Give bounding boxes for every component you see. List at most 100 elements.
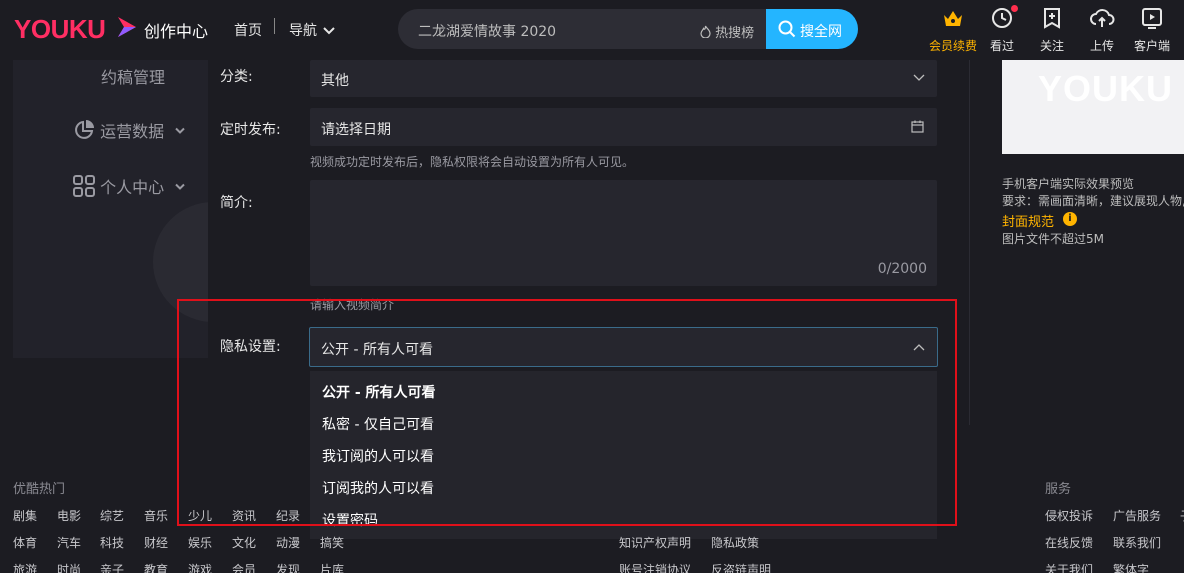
grid-icon [73, 175, 95, 197]
history-button[interactable]: 看过 [977, 5, 1027, 56]
intro-counter: 0/2000 [877, 261, 927, 277]
footer-link[interactable]: 音乐 [144, 507, 168, 524]
footer-link[interactable]: 在线反馈 [1045, 534, 1093, 551]
footer-link[interactable]: 文化 [232, 534, 256, 551]
preview-logo: YOUKU [1038, 68, 1174, 109]
sidebar-item-operations[interactable]: 运营数据 [73, 118, 185, 142]
upload-button[interactable]: 上传 [1077, 6, 1127, 56]
hot-search-link[interactable]: 热搜榜 [700, 22, 754, 41]
footer-link[interactable]: 搞笑 [320, 534, 344, 551]
footer-link[interactable]: 纪录 [276, 507, 300, 524]
search-all-button[interactable]: 搜全网 [766, 9, 858, 49]
privacy-label: 隐私设置: [220, 339, 281, 355]
chevron-down-icon [913, 74, 925, 81]
intro-textarea[interactable]: 0/2000 [310, 180, 937, 286]
hot-search-label: 热搜榜 [715, 26, 755, 41]
nav-divider [274, 18, 275, 34]
footer-link[interactable]: 汽车 [57, 534, 81, 551]
preview-caption: 手机客户端实际效果预览 [1002, 177, 1135, 191]
play-screen-icon [1142, 8, 1162, 29]
client-label: 客户端 [1133, 39, 1170, 53]
privacy-option-password[interactable]: 设置密码 [322, 510, 378, 530]
search-input[interactable]: 二龙湖爱情故事 2020 [418, 21, 556, 41]
sidebar-decoration [153, 202, 208, 322]
history-label: 看过 [989, 39, 1014, 53]
footer-link[interactable]: 反盗链声明 [711, 561, 771, 573]
cover-preview: YOUKU [1002, 60, 1184, 154]
top-header: YOUKU 创作中心 首页 导航 二龙湖爱情故事 2020 热搜榜 搜全网 会员… [0, 0, 1184, 60]
chevron-up-icon [913, 344, 925, 351]
crown-icon [944, 11, 962, 26]
footer-link[interactable]: 关于我们 [1045, 561, 1093, 573]
file-limit: 图片文件不超过5M [1002, 232, 1104, 246]
footer-link[interactable]: 时尚 [57, 561, 81, 573]
footer-link[interactable]: 电影 [57, 507, 81, 524]
footer-link[interactable]: 知识产权声明 [619, 534, 691, 551]
footer-link[interactable]: 资讯 [232, 507, 256, 524]
vip-renew-button[interactable]: 会员续费 [928, 6, 978, 56]
footer-link[interactable]: 剧集 [13, 507, 37, 524]
category-select[interactable]: 其他 [310, 60, 937, 97]
search-bar: 二龙湖爱情故事 2020 热搜榜 搜全网 [398, 9, 858, 49]
footer-link[interactable]: 隐私政策 [711, 534, 759, 551]
privacy-option-public[interactable]: 公开 - 所有人可看 [322, 382, 436, 402]
footer-link[interactable]: 娱乐 [188, 534, 212, 551]
footer-link[interactable]: 科技 [100, 534, 124, 551]
sidebar-item-personal[interactable]: 个人中心 [73, 174, 185, 198]
footer-link[interactable]: 片库 [320, 561, 344, 573]
follow-label: 关注 [1039, 39, 1064, 53]
footer-link[interactable]: 亲子 [100, 561, 124, 573]
sidebar-item-commission[interactable]: 约稿管理 [101, 64, 165, 88]
footer-link[interactable]: 会员 [232, 561, 256, 573]
footer-link[interactable]: 少儿 [188, 507, 212, 524]
footer-link[interactable]: 发现 [276, 561, 300, 573]
footer-link[interactable]: 综艺 [100, 507, 124, 524]
schedule-date-picker[interactable]: 请选择日期 [310, 108, 937, 146]
footer-link[interactable]: 教育 [144, 561, 168, 573]
footer-link[interactable]: 侵权投诉 [1045, 507, 1093, 524]
search-all-label: 搜全网 [800, 24, 842, 40]
footer-link[interactable]: 子 [1180, 507, 1184, 524]
footer-service-title: 服务 [1045, 482, 1072, 497]
bookmark-plus-icon [1044, 8, 1060, 29]
sidebar-item-personal-label: 个人中心 [100, 178, 165, 197]
schedule-hint: 视频成功定时发布后，隐私权限将会自动设置为所有人可见。 [310, 155, 635, 169]
category-label: 分类: [220, 69, 253, 85]
privacy-option-private[interactable]: 私密 - 仅自己可看 [322, 414, 434, 434]
nav-guide-menu[interactable]: 导航 [289, 20, 336, 40]
nav-guide-label: 导航 [289, 23, 317, 39]
privacy-select[interactable]: 公开 - 所有人可看 [309, 327, 938, 367]
vip-renew-label: 会员续费 [928, 39, 977, 53]
privacy-option-my-subscribers[interactable]: 订阅我的人可以看 [322, 478, 434, 498]
intro-label: 简介: [220, 195, 253, 211]
fire-icon [700, 25, 711, 39]
footer-link[interactable]: 账号注销协议 [619, 561, 691, 573]
footer-link[interactable]: 繁体字 [1113, 561, 1149, 573]
footer-link[interactable]: 广告服务 [1113, 507, 1161, 524]
client-button[interactable]: 客户端 [1127, 6, 1177, 56]
info-icon[interactable]: i [1063, 212, 1077, 226]
creator-center-title[interactable]: 创作中心 [144, 18, 208, 42]
youku-logo[interactable]: YOUKU [14, 14, 106, 45]
footer-link[interactable]: 体育 [13, 534, 37, 551]
notification-dot [1011, 5, 1018, 12]
footer-link[interactable]: 旅游 [13, 561, 37, 573]
privacy-dropdown: 公开 - 所有人可看 私密 - 仅自己可看 我订阅的人可以看 订阅我的人可以看 … [310, 371, 937, 539]
chevron-down-icon [175, 183, 185, 190]
cloud-upload-icon [1090, 9, 1115, 27]
schedule-label: 定时发布: [220, 122, 281, 138]
nav-home-link[interactable]: 首页 [234, 20, 262, 40]
category-value: 其他 [321, 73, 349, 89]
chevron-down-icon [323, 27, 336, 35]
footer-link[interactable]: 联系我们 [1113, 534, 1161, 551]
follow-button[interactable]: 关注 [1027, 6, 1077, 56]
upload-label: 上传 [1089, 39, 1114, 53]
privacy-value: 公开 - 所有人可看 [321, 342, 433, 358]
cover-spec-link[interactable]: 封面规范 [1002, 211, 1054, 230]
footer-link[interactable]: 财经 [144, 534, 168, 551]
schedule-placeholder: 请选择日期 [321, 122, 391, 138]
privacy-option-my-subscriptions[interactable]: 我订阅的人可以看 [322, 446, 434, 466]
intro-hint: 请输入视频简介 [310, 298, 395, 312]
footer-link[interactable]: 动漫 [276, 534, 300, 551]
footer-link[interactable]: 游戏 [188, 561, 212, 573]
